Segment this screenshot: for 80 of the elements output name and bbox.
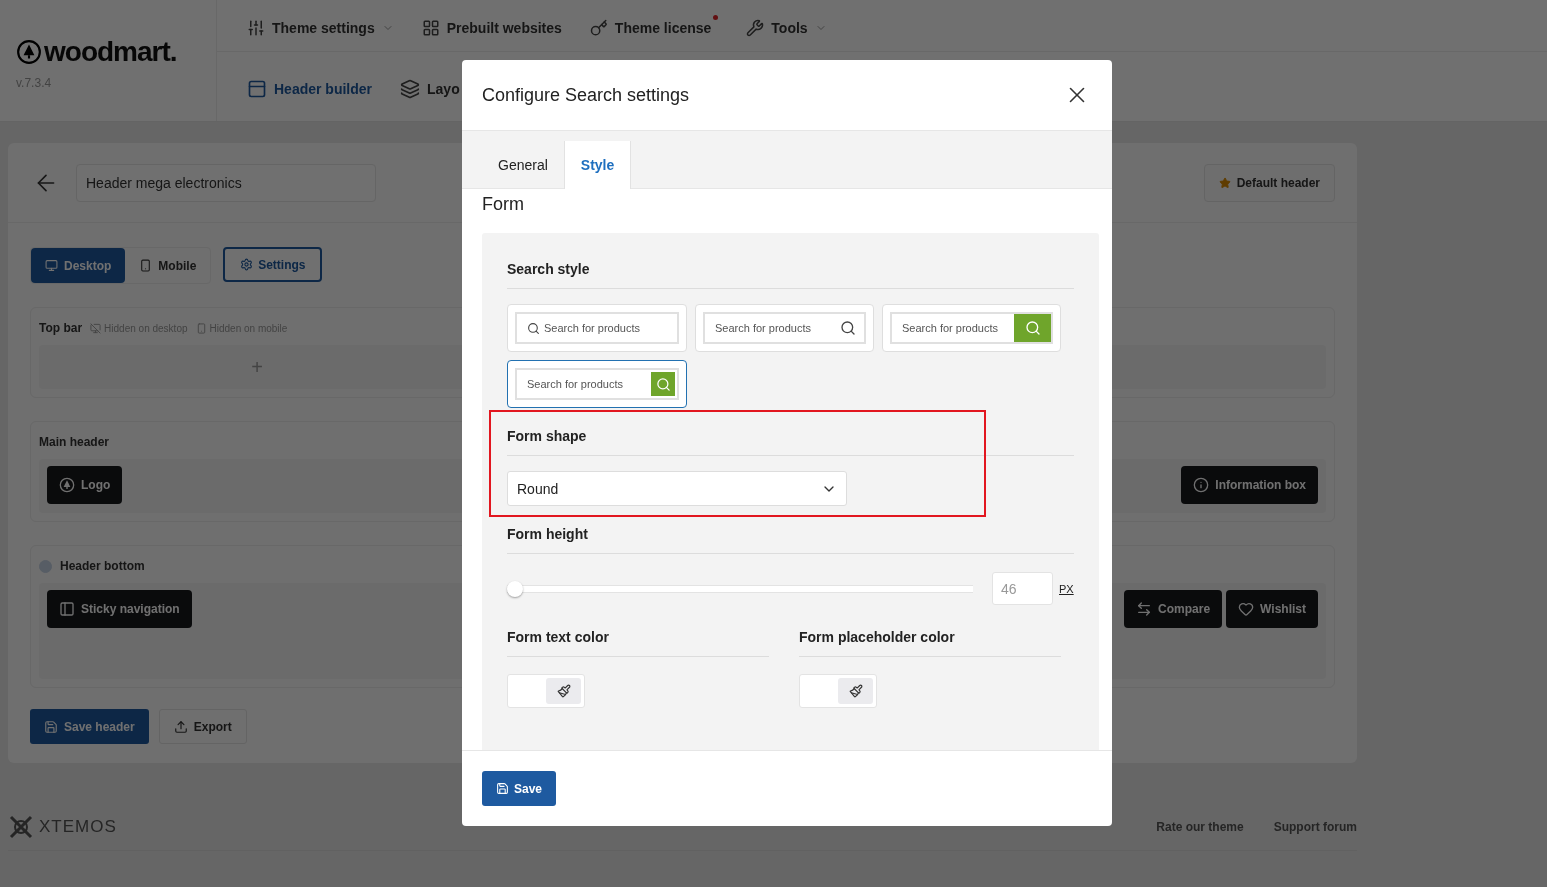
save-header-button[interactable]: Save header bbox=[30, 709, 149, 744]
brand-logo: woodmart. bbox=[44, 36, 177, 68]
info-icon bbox=[1193, 477, 1210, 493]
footer-brand: XTEMOS bbox=[39, 816, 117, 837]
placeholder-text: Search for products bbox=[901, 322, 999, 334]
nav-link[interactable]: Prebuilt websites bbox=[421, 14, 562, 37]
search-icon bbox=[840, 320, 856, 336]
search-icon bbox=[1024, 320, 1041, 336]
dialog-tab[interactable]: General bbox=[482, 141, 564, 189]
nav-link[interactable]: Tools bbox=[746, 14, 827, 37]
subnav-link[interactable]: Layo bbox=[400, 74, 460, 99]
field-label: Search style bbox=[507, 261, 1074, 289]
unit-link[interactable]: PX bbox=[1059, 582, 1074, 595]
field-label: Form placeholder color bbox=[799, 629, 1061, 657]
save-icon bbox=[496, 782, 509, 795]
xtemos-mark-icon bbox=[8, 813, 34, 840]
phone-icon bbox=[139, 259, 153, 272]
header-element[interactable]: Logo bbox=[47, 466, 123, 504]
search-style-option[interactable]: Search for products bbox=[507, 360, 687, 408]
star-icon bbox=[1218, 176, 1231, 189]
grid-icon bbox=[421, 18, 440, 37]
header-element[interactable]: Wishlist bbox=[1226, 590, 1318, 628]
slider-thumb[interactable] bbox=[507, 580, 523, 597]
heart-icon bbox=[1238, 601, 1255, 617]
upload-icon bbox=[173, 719, 188, 734]
export-button[interactable]: Export bbox=[158, 709, 247, 744]
search-icon bbox=[527, 321, 540, 335]
field-label: Form text color bbox=[507, 629, 769, 657]
brush-icon bbox=[848, 684, 863, 698]
search-style-option[interactable]: Search for products bbox=[507, 304, 687, 352]
placeholder-text: Search for products bbox=[714, 322, 812, 334]
brush-button[interactable] bbox=[838, 678, 873, 704]
layers-icon bbox=[400, 78, 421, 99]
row-title: Main header bbox=[39, 435, 110, 449]
sliders-icon bbox=[247, 18, 265, 37]
search-style-option[interactable]: Search for products bbox=[695, 304, 874, 352]
color-picker[interactable] bbox=[507, 674, 585, 708]
subnav-link[interactable]: Header builder bbox=[247, 74, 373, 99]
dialog-tab[interactable]: Style bbox=[563, 141, 632, 189]
device-tab[interactable]: Desktop bbox=[31, 248, 126, 283]
placeholder-text: Search for products bbox=[543, 322, 641, 334]
header-name-field[interactable]: Header mega electronics bbox=[76, 163, 376, 202]
brush-icon bbox=[556, 684, 571, 698]
header-element[interactable]: Information box bbox=[1181, 466, 1318, 504]
nav-link[interactable]: Theme settings bbox=[247, 14, 394, 37]
panel-icon bbox=[247, 78, 267, 99]
settings-button[interactable]: Settings bbox=[223, 247, 323, 282]
add-element-button[interactable]: + bbox=[251, 355, 263, 379]
monitor-icon bbox=[45, 259, 58, 272]
height-input[interactable]: 46 bbox=[992, 572, 1053, 605]
footer-link[interactable]: Support forum bbox=[1273, 819, 1357, 834]
color-picker[interactable] bbox=[799, 674, 877, 708]
field-label: Form height bbox=[507, 526, 1074, 554]
placeholder-text: Search for products bbox=[526, 378, 624, 390]
default-header-button[interactable]: Default header bbox=[1203, 163, 1335, 202]
phone-icon bbox=[195, 322, 207, 334]
save-button[interactable]: Save bbox=[482, 771, 557, 806]
field-label: Form shape bbox=[507, 428, 1074, 456]
header-element[interactable]: Compare bbox=[1124, 590, 1223, 628]
footer-link[interactable]: Rate our theme bbox=[1156, 819, 1244, 834]
wrench-icon bbox=[746, 18, 765, 37]
row-title: Top bar bbox=[39, 321, 83, 335]
row-title: Header bottom bbox=[60, 559, 145, 573]
monitor-off-icon bbox=[90, 322, 102, 334]
arrows-icon bbox=[1136, 601, 1153, 617]
row-toggle[interactable] bbox=[39, 559, 52, 573]
search-style-option[interactable]: Search for products bbox=[882, 304, 1061, 352]
dialog-title: Configure Search settings bbox=[482, 84, 690, 106]
panel-icon bbox=[59, 601, 75, 617]
brush-button[interactable] bbox=[546, 678, 581, 704]
logo-mark-icon bbox=[16, 39, 42, 65]
logo-mark-icon bbox=[59, 477, 75, 493]
section-heading: Form bbox=[482, 194, 525, 215]
nav-link[interactable]: Theme license bbox=[589, 14, 719, 37]
header-element[interactable]: Sticky navigation bbox=[47, 590, 192, 628]
key-icon bbox=[589, 18, 608, 37]
device-tab[interactable]: Mobile bbox=[125, 248, 211, 283]
settings-icon bbox=[240, 258, 254, 271]
save-icon bbox=[44, 719, 58, 734]
shape-select[interactable]: Round bbox=[507, 471, 847, 506]
